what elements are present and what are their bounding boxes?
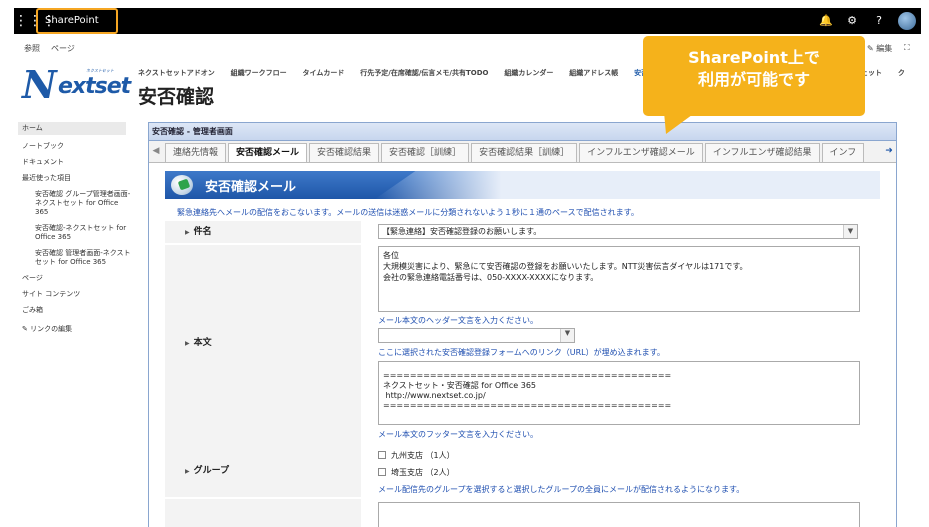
group-option-label: 九州支店 （1人） [391, 451, 455, 460]
footer-line: ========================================… [383, 401, 672, 410]
topnav-item[interactable]: ネクストセットアドオン [138, 68, 215, 78]
tab-contacts[interactable]: 連絡先情報 [165, 143, 227, 162]
logo-letter: N [22, 62, 57, 107]
topnav-item[interactable]: 組織アドレス帳 [569, 68, 618, 78]
section-header: 安否確認メール [165, 171, 880, 199]
tab-influenza-results[interactable]: インフルエンザ確認結果 [704, 143, 820, 162]
group-option-kyushu[interactable]: 九州支店 （1人） [378, 450, 455, 461]
page-title: 安否確認 [138, 86, 215, 108]
panel-header: 安否確認 - 管理者画面 [149, 123, 896, 141]
footer-note: メール本文のフッター文言を入力ください。 [378, 430, 538, 439]
body-label-text: 本文 [193, 338, 212, 348]
tab-influenza-more[interactable]: インフ [821, 143, 865, 162]
sharepoint-app-name[interactable]: SharePoint [36, 8, 118, 34]
leftnav-home[interactable]: ホーム [18, 122, 126, 135]
footer-line: ネクストセット・安否確認 for Office 365 [383, 381, 537, 390]
tab-safety-mail[interactable]: 安否確認メール [228, 143, 308, 162]
header-line: 大規模災害により、緊急にて安否確認の登録をお願いいたします。NTT災害伝言ダイヤ… [383, 262, 748, 271]
chevron-down-icon[interactable]: ▼ [843, 225, 857, 238]
leftnav-recycle-bin[interactable]: ごみ箱 [22, 306, 132, 315]
tab-influenza-mail[interactable]: インフルエンザ確認メール [579, 143, 703, 162]
header-textarea[interactable]: 各位 大規模災害により、緊急にて安否確認の登録をお願いいたします。NTT災害伝言… [378, 246, 860, 312]
triangle-icon: ▶ [185, 340, 190, 347]
callout-bubble: SharePoint上で 利用が可能です [643, 36, 865, 116]
help-icon[interactable]: ? [869, 8, 889, 34]
section-title: 安否確認メール [205, 180, 297, 195]
edit-links-label: リンクの編集 [30, 325, 73, 333]
group-note: メール配信先のグループを選択すると選択したグループの全員にメールが配信されるよう… [378, 485, 745, 494]
tab-safety-drill[interactable]: 安否確認［訓練］ [381, 143, 470, 162]
subject-label-text: 件名 [193, 227, 212, 237]
group-label: ▶ グループ [165, 445, 361, 497]
leftnav-recent-item[interactable]: 安否確認-ネクストセット for Office 365 [22, 224, 132, 242]
nextset-logo[interactable]: N extset ネクストセット [20, 62, 131, 107]
leftnav-documents[interactable]: ドキュメント [22, 158, 132, 167]
topnav-item[interactable]: ク [898, 68, 905, 78]
subject-label: ▶ 件名 [165, 221, 361, 243]
tab-bar: ◀ 連絡先情報 安否確認メール 安否確認結果 安否確認［訓練］ 安否確認結果［訓練］ イン… [149, 141, 896, 163]
section-description: 緊急連絡先へメールの配信をおこないます。メールの送信は迷惑メールに分類されないよ… [177, 208, 639, 217]
footer-line: http://www.nextset.co.jp/ [383, 391, 486, 400]
header-line: 会社の緊急連絡電話番号は、050-XXXX-XXXXになります。 [383, 273, 599, 282]
logo-text: extset [58, 74, 131, 99]
topnav-item[interactable]: タイムカード [303, 68, 345, 78]
group-option-label: 埼玉支店 （2人） [391, 468, 455, 477]
checkbox[interactable] [378, 451, 386, 459]
next-row-field[interactable] [378, 502, 860, 527]
topnav-item[interactable]: 行先予定/在席確認/伝言メモ/共有TODO [360, 68, 488, 78]
pencil-icon: ✎ [22, 325, 31, 333]
tab-scroll-left-icon[interactable]: ◀ [149, 141, 163, 162]
topnav-item[interactable]: 組織カレンダー [504, 68, 553, 78]
suite-bar: ⋮⋮⋮ SharePoint 🔔 ⚙ ? [14, 8, 921, 34]
header-line: 各位 [383, 251, 399, 260]
admin-panel: 安否確認 - 管理者画面 ◀ 連絡先情報 安否確認メール 安否確認結果 安否確認［訓練… [148, 122, 897, 527]
section-header-fade [375, 171, 880, 199]
triangle-icon: ▶ [185, 468, 190, 475]
next-row-label [165, 499, 361, 527]
tab-safety-drill-results[interactable]: 安否確認結果［訓練］ [471, 143, 578, 162]
checkbox[interactable] [378, 468, 386, 476]
link-note: ここに選択された安否確認登録フォームへのリンク（URL）が埋め込まれます。 [378, 348, 665, 357]
leftnav-recent-item[interactable]: 安否確認 グループ管理者画面-ネクストセット for Office 365 [22, 190, 132, 217]
callout-line-1: SharePoint上で [688, 48, 820, 67]
ribbon-browse-tab[interactable]: 参照 [24, 43, 40, 54]
ribbon-page-tab[interactable]: ページ [51, 43, 75, 54]
group-option-saitama[interactable]: 埼玉支店 （2人） [378, 467, 455, 478]
footer-line: ========================================… [383, 371, 672, 380]
left-navigation: ホーム ノートブック ドキュメント 最近使った項目 安否確認 グループ管理者画面… [18, 122, 132, 341]
leftnav-recent-item[interactable]: 安否確認 管理者画面-ネクストセット for Office 365 [22, 249, 132, 267]
topnav-item[interactable]: 組織ワークフロー [231, 68, 287, 78]
chevron-down-icon[interactable]: ▼ [560, 329, 574, 342]
subject-value: 【緊急連絡】安否確認登録のお願いします。 [382, 227, 542, 236]
leftnav-notebook[interactable]: ノートブック [22, 142, 132, 151]
tab-scroll-right-icon[interactable]: ➜ [882, 141, 896, 162]
mail-globe-icon [171, 175, 193, 195]
tab-list: 連絡先情報 安否確認メール 安否確認結果 安否確認［訓練］ 安否確認結果［訓練］ インフル… [165, 143, 882, 162]
header-note: メール本文のヘッダー文言を入力ください。 [378, 316, 538, 325]
logo-tiny-text: ネクストセット [86, 68, 114, 73]
leftnav-pages[interactable]: ページ [22, 274, 132, 283]
avatar[interactable] [898, 12, 916, 30]
link-form-select[interactable]: ▼ [378, 328, 575, 343]
leftnav-edit-links[interactable]: ✎ リンクの編集 [22, 325, 132, 334]
leftnav-site-contents[interactable]: サイト コンテンツ [22, 290, 132, 299]
leftnav-recent[interactable]: 最近使った項目 [22, 174, 132, 183]
gear-icon[interactable]: ⚙ [842, 8, 862, 34]
focus-icon[interactable]: ⛶ [904, 43, 910, 53]
group-label-text: グループ [193, 466, 230, 476]
subject-select[interactable]: 【緊急連絡】安否確認登録のお願いします。 ▼ [378, 224, 858, 239]
triangle-icon: ▶ [185, 229, 190, 236]
edit-button[interactable]: ✎ 編集 [867, 43, 892, 54]
bell-icon[interactable]: 🔔 [816, 8, 836, 34]
footer-textarea[interactable]: ========================================… [378, 361, 860, 425]
tab-safety-results[interactable]: 安否確認結果 [309, 143, 380, 162]
callout-line-2: 利用が可能です [697, 70, 810, 89]
